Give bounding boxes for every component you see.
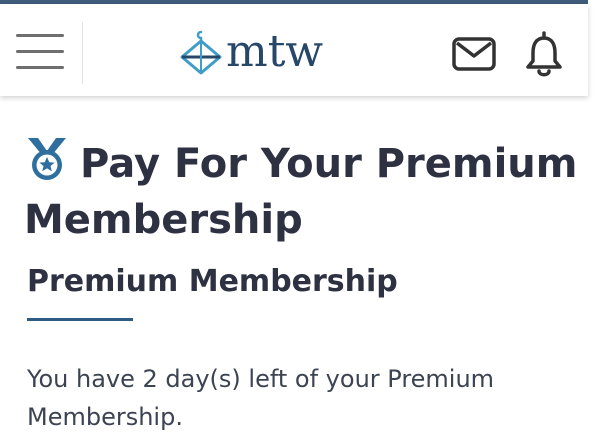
app-header: mtw [0,4,588,96]
logo-link[interactable]: mtw [178,22,323,82]
page-title: Pay For Your Premium Membership [24,141,578,243]
header-divider [82,22,83,84]
envelope-icon [452,37,496,71]
section-heading: Premium Membership [27,264,398,299]
menu-button[interactable] [16,34,64,70]
page-title-block: Pay For Your Premium Membership [24,136,584,248]
notifications-button[interactable] [524,31,564,77]
medal-icon [28,138,66,180]
logo-text: mtw [226,26,324,77]
hanger-diamond-icon [180,30,222,75]
bell-icon [526,31,562,77]
membership-remaining-message: You have 2 day(s) left of your Premium M… [27,365,495,431]
messages-button[interactable] [452,37,496,71]
heading-underline [27,318,133,321]
